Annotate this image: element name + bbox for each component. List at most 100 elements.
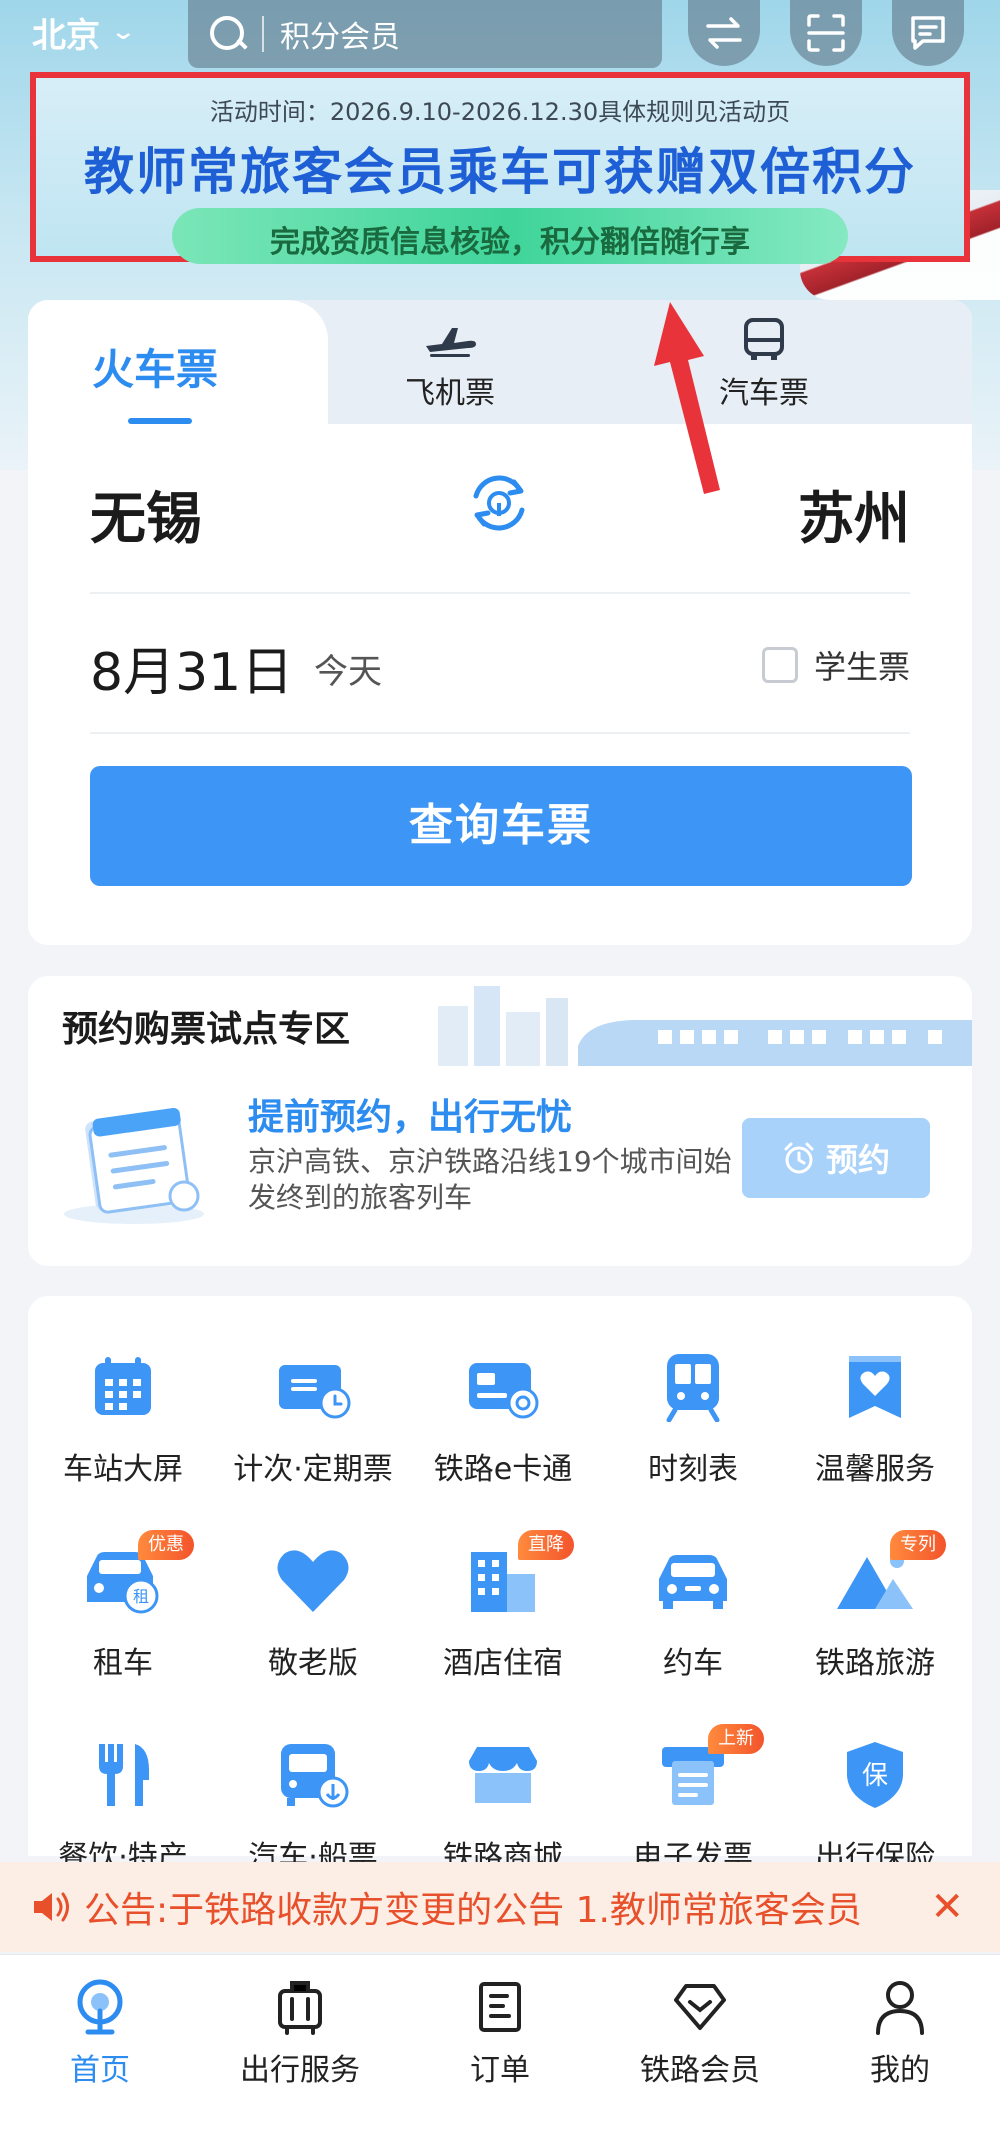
calendar-grid-icon — [28, 1342, 218, 1432]
nav-label: 出行服务 — [240, 2053, 360, 2088]
insurance-shield-icon: 保 — [780, 1730, 970, 1820]
hotel-building-icon: 直降 — [408, 1530, 598, 1626]
service-label: 租车 — [93, 1646, 153, 1681]
service-mall[interactable]: 铁路商城 — [408, 1730, 598, 1876]
airplane-icon — [370, 318, 530, 362]
red-arrow-annotation — [654, 302, 720, 494]
nav-profile[interactable]: 我的 — [800, 1975, 1000, 2089]
bottom-navigation: 首页 出行服务 订单 铁路会员 我的 — [0, 1954, 1000, 2132]
promo-banner[interactable]: 活动时间：2026.9.10-2026.12.30具体规则见活动页 教师常旅客会… — [30, 72, 970, 264]
shop-icon — [408, 1730, 598, 1820]
station-divider — [90, 592, 910, 594]
scan-icon — [807, 14, 845, 52]
service-hotel[interactable]: 直降 酒店住宿 — [408, 1530, 598, 1682]
car-rental-icon: 租 优惠 — [28, 1530, 218, 1626]
announcement-label: 公告: — [84, 1890, 169, 1931]
city-selector[interactable]: 北京 ⌄ — [32, 8, 136, 57]
swap-arrows-icon — [706, 17, 742, 49]
service-label: 铁路旅游 — [815, 1646, 935, 1681]
student-checkbox[interactable] — [761, 647, 798, 683]
student-label: 学生票 — [813, 648, 910, 686]
swap-stations-icon[interactable] — [466, 470, 532, 536]
tab-train[interactable]: 火车票 — [28, 300, 328, 424]
promo-badge: 直降 — [518, 1530, 574, 1560]
service-label: 敬老版 — [268, 1646, 358, 1681]
calendar-document-icon — [64, 1107, 204, 1224]
date-hint: 今天 — [314, 652, 382, 692]
date-divider — [90, 732, 910, 734]
order-list-icon — [400, 1975, 600, 2039]
date-row[interactable]: 8月31日 今天 学生票 — [90, 630, 910, 710]
from-station[interactable]: 无锡 — [90, 474, 202, 555]
chevron-down-icon: ⌄ — [110, 20, 137, 45]
luggage-icon — [200, 1975, 400, 2039]
search-bar[interactable]: 积分会员 — [188, 0, 662, 68]
banner-subline: 完成资质信息核验，积分翻倍随行享 — [172, 208, 848, 264]
service-ride-hailing[interactable]: 约车 — [598, 1536, 788, 1682]
scan-button[interactable] — [790, 0, 862, 66]
tab-flight[interactable]: 飞机票 — [370, 318, 530, 412]
speaker-icon — [34, 1892, 69, 1922]
service-insurance[interactable]: 保 出行保险 — [780, 1730, 970, 1876]
student-ticket-toggle[interactable]: 学生票 — [761, 642, 910, 688]
service-label: 约车 — [663, 1646, 723, 1681]
service-label: 计次·定期票 — [233, 1452, 393, 1487]
nav-membership[interactable]: 铁路会员 — [600, 1975, 800, 2089]
user-icon — [800, 1975, 1000, 2039]
service-timed-ticket[interactable]: 计次·定期票 — [218, 1342, 408, 1488]
heart-icon — [218, 1536, 408, 1626]
reservation-description: 京沪高铁、京沪铁路沿线19个城市间始发终到的旅客列车 — [248, 1145, 732, 1214]
diamond-icon — [600, 1975, 800, 2039]
service-food[interactable]: 餐饮·特产 — [28, 1730, 218, 1876]
service-timetable[interactable]: 时刻表 — [598, 1342, 788, 1488]
announcement-bar[interactable]: 公告: 于铁路收款方变更的公告 1.教师常旅客会员 ✕ — [0, 1862, 1000, 1952]
announcement-text: 于铁路收款方变更的公告 1.教师常旅客会员 — [168, 1890, 862, 1931]
nav-label: 铁路会员 — [640, 2053, 760, 2088]
service-bus-ferry[interactable]: 汽车·船票 — [218, 1730, 408, 1876]
service-care[interactable]: 温馨服务 — [780, 1342, 970, 1488]
ticket-search-card: 火车票 飞机票 汽车票 无锡 苏州 8月31日 今天 学生票 查询车票 — [28, 300, 972, 945]
nav-label: 首页 — [70, 2053, 130, 2088]
tab-flight-label: 飞机票 — [405, 376, 495, 411]
cutlery-icon — [28, 1730, 218, 1820]
nav-orders[interactable]: 订单 — [400, 1975, 600, 2089]
service-e-card[interactable]: 铁路e卡通 — [408, 1342, 598, 1488]
search-separator — [262, 16, 264, 52]
service-elderly[interactable]: 敬老版 — [218, 1536, 408, 1682]
message-button[interactable] — [892, 0, 964, 66]
top-bar: 北京 ⌄ 积分会员 — [0, 0, 1000, 70]
nav-travel-services[interactable]: 出行服务 — [200, 1975, 400, 2089]
message-icon — [911, 16, 945, 50]
search-icon — [208, 14, 248, 54]
bus-anchor-icon — [218, 1730, 408, 1820]
service-rail-tour[interactable]: 专列 铁路旅游 — [780, 1530, 970, 1682]
service-label: 时刻表 — [648, 1452, 738, 1487]
travel-date[interactable]: 8月31日 — [90, 630, 293, 705]
nav-label: 订单 — [470, 2053, 530, 2088]
alarm-clock-icon — [784, 1142, 814, 1174]
mountain-icon: 专列 — [780, 1530, 970, 1626]
nav-home[interactable]: 首页 — [0, 1975, 200, 2089]
close-icon[interactable]: ✕ — [930, 1884, 964, 1930]
service-grid: 车站大屏 计次·定期票 铁路e卡通 时刻表 温馨服务 租 优惠 租车 敬老版 直… — [28, 1296, 972, 1875]
banner-headline: 教师常旅客会员乘车可获赠双倍积分 — [84, 143, 916, 201]
tab-train-label: 火车票 — [92, 345, 219, 394]
service-e-invoice[interactable]: 上新 电子发票 — [598, 1724, 788, 1876]
city-name: 北京 — [32, 16, 100, 56]
service-label: 酒店住宿 — [443, 1646, 563, 1681]
to-station[interactable]: 苏州 — [798, 474, 910, 555]
timed-ticket-icon — [218, 1342, 408, 1432]
banner-period: 活动时间：2026.9.10-2026.12.30具体规则见活动页 — [209, 98, 791, 126]
reserve-button[interactable]: 预约 — [742, 1118, 930, 1198]
svg-text:保: 保 — [862, 1761, 888, 1791]
switch-button[interactable] — [688, 0, 760, 66]
train-front-icon — [598, 1342, 788, 1432]
reservation-zone-card: 预约购票试点专区 提前预约，出行无忧 京沪高铁、京沪铁路沿线19个城市间始发终到… — [28, 976, 972, 1266]
reservation-zone-title: 预约购票试点专区 — [62, 1009, 351, 1050]
car-icon — [598, 1536, 788, 1626]
service-car-rental[interactable]: 租 优惠 租车 — [28, 1530, 218, 1682]
svg-text:租: 租 — [133, 1587, 149, 1606]
service-station-screen[interactable]: 车站大屏 — [28, 1342, 218, 1488]
city-train-illustration — [438, 986, 972, 1066]
query-tickets-button[interactable]: 查询车票 — [90, 766, 912, 886]
